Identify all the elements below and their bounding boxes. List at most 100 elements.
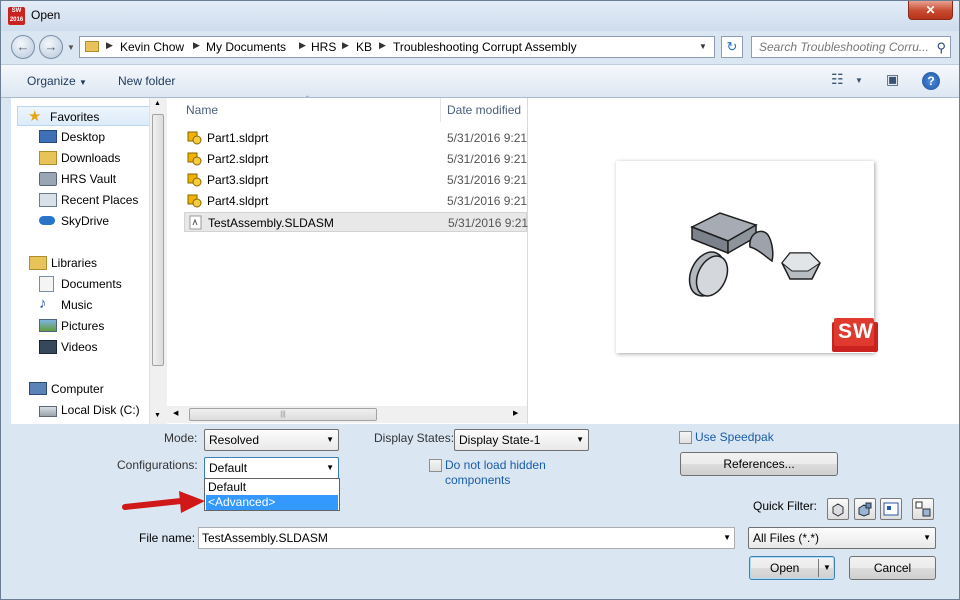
open-options-dropdown-icon[interactable]: ▼ (823, 557, 831, 579)
mode-label: Mode: (164, 431, 198, 445)
documents-icon (39, 276, 54, 292)
do-not-load-hidden-label[interactable]: Do not load hidden (445, 458, 546, 472)
chevron-down-icon: ▼ (326, 435, 334, 444)
breadcrumb-separator-icon[interactable]: ▶ (342, 40, 349, 51)
breadcrumb-my-documents[interactable]: My Documents (206, 40, 286, 54)
breadcrumb-separator-icon[interactable]: ▶ (106, 40, 113, 51)
computer-icon (29, 382, 47, 395)
table-row-selected[interactable]: TestAssembly.SLDASM 5/31/2016 9:21 (184, 212, 528, 232)
search-box[interactable]: Search Troubleshooting Corru... ⚲ (751, 36, 951, 58)
filter-parts-button[interactable] (827, 498, 849, 520)
scroll-left-icon[interactable]: ◀ (173, 409, 178, 417)
configurations-dropdown-list: Default <Advanced> (204, 478, 340, 511)
quick-filter-label: Quick Filter: (753, 499, 818, 513)
forward-button[interactable]: → (39, 35, 63, 59)
hard-disk-icon (39, 406, 57, 417)
close-button[interactable]: ✕ (908, 1, 953, 20)
filter-drawings-button[interactable] (880, 498, 902, 520)
desktop-icon (39, 130, 57, 143)
breadcrumb-hrs[interactable]: HRS (311, 40, 336, 54)
forward-arrow-icon: → (44, 39, 58, 54)
scroll-thumb[interactable]: ||| (189, 408, 377, 421)
libraries-icon (29, 256, 47, 270)
scroll-thumb[interactable] (152, 114, 164, 366)
config-option-advanced[interactable]: <Advanced> (206, 495, 338, 510)
change-view-icon[interactable]: ☷ (831, 71, 844, 88)
solidworks-logo: SW (832, 318, 878, 352)
scroll-down-icon[interactable]: ▼ (154, 412, 161, 419)
filter-assemblies-icon (858, 502, 872, 517)
pictures-icon (39, 319, 57, 332)
back-button[interactable]: ← (11, 35, 35, 59)
address-dropdown-icon[interactable]: ▼ (695, 36, 711, 58)
configurations-select[interactable]: Default ▼ (204, 457, 339, 479)
breadcrumb-kevin-chow[interactable]: Kevin Chow (120, 40, 184, 54)
nav-favorites[interactable]: ★ Favorites (17, 106, 153, 126)
command-bar: Organize ▼ New folder ☷ ▼ ▣ ? (1, 64, 959, 98)
address-row: ← → ▼ ▶ Kevin Chow ▶ My Documents ▶ HRS … (1, 31, 959, 63)
mode-select[interactable]: Resolved ▼ (204, 429, 339, 451)
display-states-label: Display States: (374, 431, 455, 445)
table-row[interactable]: Part1.sldprt 5/31/2016 9:21 (184, 128, 527, 148)
help-icon[interactable]: ? (922, 72, 940, 90)
filelist-horizontal-scrollbar[interactable]: ◀ ||| ▶ (167, 406, 527, 423)
table-row[interactable]: Part3.sldprt 5/31/2016 9:21 (184, 170, 527, 190)
chevron-down-icon: ▼ (79, 78, 87, 87)
config-option-default[interactable]: Default (206, 480, 338, 495)
new-folder-button[interactable]: New folder (118, 74, 175, 88)
search-input[interactable]: Search Troubleshooting Corru... (759, 40, 929, 54)
search-icon[interactable]: ⚲ (936, 40, 946, 56)
preview-pane: SW (528, 98, 959, 424)
cancel-button[interactable]: Cancel (849, 556, 936, 580)
folder-icon (85, 41, 99, 52)
recent-places-icon (39, 193, 57, 207)
scroll-right-icon[interactable]: ▶ (513, 409, 518, 417)
assembly-preview-thumbnail: SW (616, 161, 878, 353)
refresh-icon: ↻ (726, 39, 738, 54)
scroll-up-icon[interactable]: ▲ (154, 100, 161, 107)
use-speedpak-checkbox[interactable] (679, 431, 692, 444)
breadcrumb-kb[interactable]: KB (356, 40, 372, 54)
do-not-load-hidden-label-line2[interactable]: components (445, 473, 510, 487)
open-button[interactable]: Open ▼ (749, 556, 835, 580)
skydrive-cloud-icon (39, 216, 55, 225)
vault-icon (39, 172, 57, 186)
navigation-pane: ★ Favorites Desktop Downloads HRS Vault … (11, 98, 167, 424)
chevron-down-icon[interactable]: ▼ (723, 533, 731, 542)
sldasm-assembly-icon (188, 215, 203, 230)
references-button[interactable]: References... (680, 452, 838, 476)
solidworks-app-icon: SW 2016 (8, 7, 25, 25)
refresh-button[interactable]: ↻ (721, 36, 743, 58)
breadcrumb-separator-icon[interactable]: ▶ (299, 40, 306, 51)
favorites-star-icon: ★ (28, 108, 42, 125)
column-header-date-modified[interactable]: Date modified (441, 98, 527, 122)
address-bar[interactable]: ▶ Kevin Chow ▶ My Documents ▶ HRS ▶ KB ▶… (79, 36, 715, 58)
filter-assemblies-button[interactable] (854, 498, 876, 520)
music-note-icon: ♪ (39, 295, 47, 312)
file-name-input[interactable] (202, 530, 712, 546)
sldprt-part-icon (187, 172, 202, 187)
chevron-down-icon: ▼ (576, 435, 584, 444)
nav-vertical-scrollbar[interactable]: ▲ ▼ (149, 98, 167, 424)
breadcrumb-separator-icon[interactable]: ▶ (193, 40, 200, 51)
window-title: Open (31, 8, 61, 22)
organize-menu[interactable]: Organize ▼ (27, 74, 87, 88)
view-options-dropdown-icon[interactable]: ▼ (855, 76, 863, 85)
file-name-combo[interactable]: ▼ (198, 527, 735, 549)
filter-top-level-assemblies-button[interactable] (912, 498, 934, 520)
breadcrumb-separator-icon[interactable]: ▶ (379, 40, 386, 51)
table-row[interactable]: Part2.sldprt 5/31/2016 9:21 (184, 149, 527, 169)
filter-top-level-icon (915, 501, 931, 517)
breadcrumb-current-folder[interactable]: Troubleshooting Corrupt Assembly (393, 40, 577, 54)
table-row[interactable]: Part4.sldprt 5/31/2016 9:21 (184, 191, 527, 211)
column-header-name[interactable]: Name ˆ (167, 95, 441, 122)
preview-pane-icon[interactable]: ▣ (886, 71, 899, 88)
do-not-load-hidden-checkbox[interactable] (429, 459, 442, 472)
use-speedpak-label[interactable]: Use Speedpak (695, 430, 774, 444)
title-bar: SW 2016 Open ✕ (1, 1, 959, 31)
display-state-select[interactable]: Display State-1 ▼ (454, 429, 589, 451)
chevron-down-icon: ▼ (326, 463, 334, 472)
downloads-icon (39, 151, 57, 165)
history-dropdown-icon[interactable]: ▼ (67, 43, 75, 52)
file-type-select[interactable]: All Files (*.*) ▼ (748, 527, 936, 549)
